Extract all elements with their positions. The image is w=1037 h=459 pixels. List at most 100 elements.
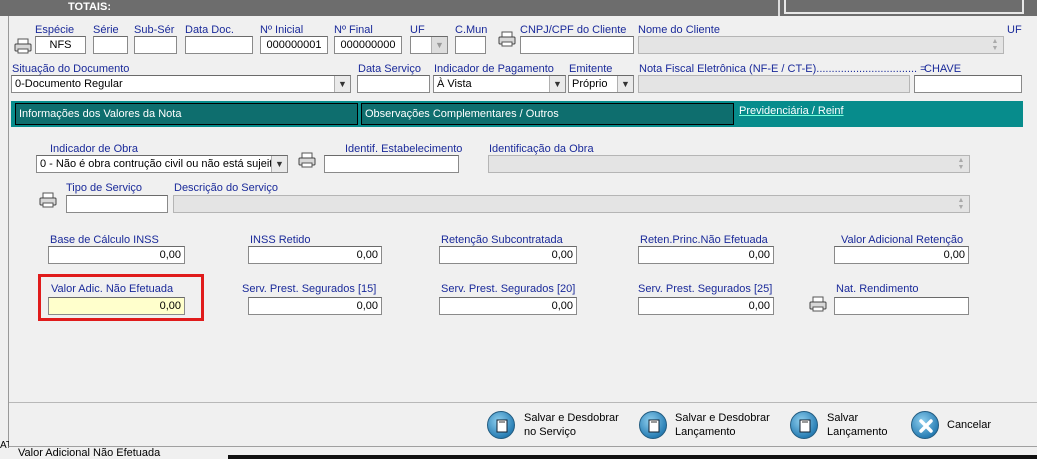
subser-field[interactable] bbox=[134, 36, 177, 54]
estab-field[interactable] bbox=[324, 155, 459, 173]
indicador-obra-select[interactable]: 0 - Não é obra contrução civil ou não es… bbox=[36, 155, 288, 173]
save-icon bbox=[639, 411, 667, 439]
salvar-lancamento-button[interactable]: Salvar Lançamento bbox=[787, 408, 897, 442]
cancelar-button[interactable]: Cancelar bbox=[908, 408, 1008, 442]
cnpj-label: CNPJ/CPF do Cliente bbox=[520, 24, 627, 36]
printer-icon[interactable] bbox=[497, 31, 517, 47]
tipo-servico-field[interactable] bbox=[66, 195, 168, 213]
button-label-1: Salvar e Desdobrar bbox=[524, 412, 619, 424]
tab-previdenciaria[interactable]: Previdenciária / Reinf bbox=[736, 101, 1022, 125]
datadoc-field[interactable] bbox=[185, 36, 253, 54]
tab-informacoes-valores[interactable]: Informações dos Valores da Nota bbox=[15, 103, 358, 125]
salvar-desdobrar-servico-button[interactable]: Salvar e Desdobrar no Serviço bbox=[484, 408, 624, 442]
cmun-label: C.Mun bbox=[455, 24, 488, 36]
estab-label: Identif. Estabelecimento bbox=[345, 143, 463, 155]
spin-icon[interactable]: ▲ ▼ bbox=[988, 38, 1002, 52]
indpag-label: Indicador de Pagamento bbox=[434, 63, 554, 75]
nome-field[interactable]: ▲ ▼ bbox=[638, 36, 1004, 54]
indicador-obra-label: Indicador de Obra bbox=[50, 143, 139, 155]
emitente-select[interactable]: Próprio ▼ bbox=[568, 75, 634, 93]
inss-retido-label: INSS Retido bbox=[250, 234, 311, 246]
datadoc-label: Data Doc. bbox=[185, 24, 234, 36]
identobra-label: Identificação da Obra bbox=[489, 143, 594, 155]
printer-icon[interactable] bbox=[38, 192, 58, 208]
especie-field[interactable]: NFS bbox=[35, 36, 86, 54]
situacao-select[interactable]: 0-Documento Regular ▼ bbox=[11, 75, 351, 93]
chevron-down-icon[interactable]: ▼ bbox=[549, 76, 565, 92]
subser-label: Sub-Sér bbox=[134, 24, 175, 36]
nfinal-field[interactable]: 000000000 bbox=[334, 36, 402, 54]
base-inss-label: Base de Cálculo INSS bbox=[50, 234, 159, 246]
nfe-label: Nota Fiscal Eletrônica (NF-E / CT-E)....… bbox=[639, 63, 927, 75]
totals-box bbox=[784, 0, 1024, 14]
save-icon bbox=[487, 411, 515, 439]
status-dark-strip bbox=[228, 455, 1037, 459]
s15-field[interactable]: 0,00 bbox=[248, 297, 382, 315]
button-label-1: Salvar bbox=[827, 412, 859, 424]
serie-label: Série bbox=[93, 24, 119, 36]
button-label-2: Lançamento bbox=[675, 426, 736, 438]
printer-icon[interactable] bbox=[13, 38, 33, 54]
tipo-servico-label: Tipo de Serviço bbox=[66, 182, 143, 194]
dataservico-field[interactable] bbox=[357, 75, 430, 93]
especie-label: Espécie bbox=[35, 24, 75, 36]
uf2-label: UF bbox=[1007, 24, 1022, 36]
tab-observacoes[interactable]: Observações Complementares / Outros bbox=[361, 103, 734, 125]
desc-servico-field[interactable]: ▲ ▼ bbox=[173, 195, 970, 213]
totals-separator bbox=[778, 0, 780, 16]
val-adic-ne-field[interactable]: 0,00 bbox=[48, 297, 185, 315]
chevron-down-icon[interactable]: ▼ bbox=[271, 156, 287, 172]
salvar-desdobrar-lancamento-button[interactable]: Salvar e Desdobrar Lançamento bbox=[636, 408, 776, 442]
ret-princ-field[interactable]: 0,00 bbox=[638, 246, 774, 264]
button-label: Cancelar bbox=[947, 419, 992, 431]
nome-label: Nome do Cliente bbox=[638, 24, 720, 36]
s25-field[interactable]: 0,00 bbox=[638, 297, 774, 315]
left-border bbox=[0, 16, 9, 446]
chevron-down-icon[interactable]: ▼ bbox=[334, 76, 350, 92]
nat-rend-label: Nat. Rendimento bbox=[836, 283, 919, 295]
save-icon bbox=[790, 411, 818, 439]
s15-label: Serv. Prest. Segurados [15] bbox=[242, 283, 377, 295]
identobra-field[interactable]: ▲ ▼ bbox=[488, 155, 970, 173]
chevron-down-icon[interactable]: ▼ bbox=[431, 37, 447, 53]
val-adic-ret-label: Valor Adicional Retenção bbox=[841, 234, 964, 246]
ret-sub-field[interactable]: 0,00 bbox=[439, 246, 577, 264]
printer-icon[interactable] bbox=[808, 296, 828, 312]
tab-label: Informações dos Valores da Nota bbox=[19, 108, 182, 120]
s25-label: Serv. Prest. Segurados [25] bbox=[638, 283, 773, 295]
left-edge-fragment: AT bbox=[0, 440, 9, 451]
totals-label: TOTAIS: bbox=[68, 1, 111, 13]
serie-field[interactable] bbox=[93, 36, 128, 54]
uf-select[interactable]: ▼ bbox=[410, 36, 448, 54]
indpag-select[interactable]: À Vista ▼ bbox=[433, 75, 566, 93]
val-adic-ret-field[interactable]: 0,00 bbox=[834, 246, 969, 264]
nfe-field[interactable] bbox=[638, 75, 910, 93]
spin-icon[interactable]: ▲ ▼ bbox=[954, 157, 968, 171]
s20-field[interactable]: 0,00 bbox=[439, 297, 577, 315]
inss-retido-field[interactable]: 0,00 bbox=[248, 246, 382, 264]
chave-label: CHAVE bbox=[924, 63, 962, 75]
printer-icon[interactable] bbox=[297, 152, 317, 168]
situacao-label: Situação do Documento bbox=[12, 63, 130, 75]
tab-label: Observações Complementares / Outros bbox=[365, 108, 559, 120]
ninicial-label: Nº Inicial bbox=[260, 24, 304, 36]
button-label-2: Lançamento bbox=[827, 426, 888, 438]
emitente-value: Próprio bbox=[572, 78, 608, 90]
chevron-down-icon[interactable]: ▼ bbox=[617, 76, 633, 92]
base-inss-field[interactable]: 0,00 bbox=[48, 246, 185, 264]
ret-princ-label: Reten.Princ.Não Efetuada bbox=[640, 234, 768, 246]
s20-label: Serv. Prest. Segurados [20] bbox=[441, 283, 576, 295]
spin-icon[interactable]: ▲ ▼ bbox=[954, 197, 968, 211]
chave-field[interactable] bbox=[914, 75, 1022, 93]
ret-sub-label: Retenção Subcontratada bbox=[441, 234, 563, 246]
situacao-value: 0-Documento Regular bbox=[15, 78, 123, 90]
tab-label: Previdenciária / Reinf bbox=[739, 105, 844, 117]
ninicial-field[interactable]: 000000001 bbox=[260, 36, 328, 54]
cmun-field[interactable] bbox=[455, 36, 486, 54]
indicador-obra-value: 0 - Não é obra contrução civil ou não es… bbox=[40, 158, 279, 170]
close-icon bbox=[911, 411, 939, 439]
cnpj-field[interactable] bbox=[520, 36, 634, 54]
indpag-value: À Vista bbox=[437, 78, 472, 90]
nat-rend-field[interactable] bbox=[834, 297, 969, 315]
status-text: Valor Adicional Não Efetuada bbox=[18, 447, 161, 459]
